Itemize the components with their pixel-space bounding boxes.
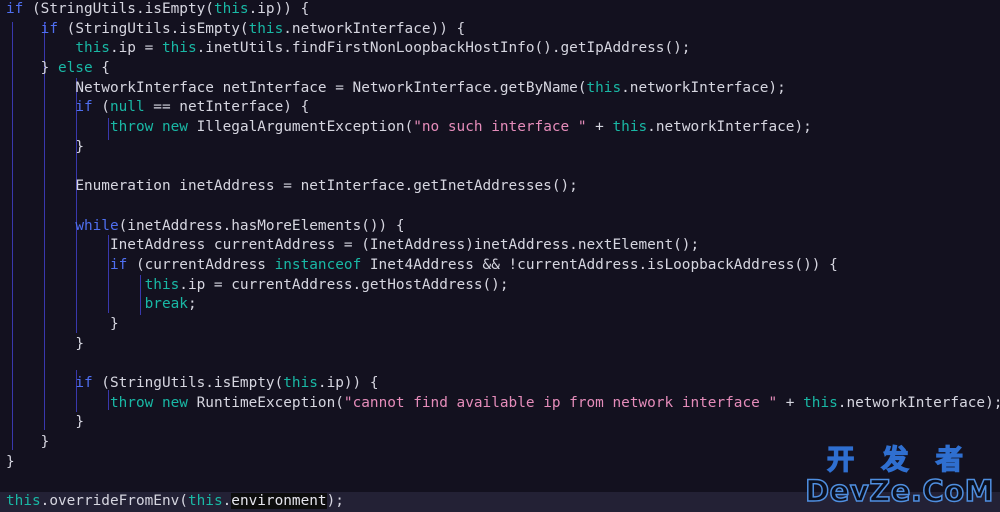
token-identifier: InetAddress currentAddress = (InetAddres… (109, 237, 700, 254)
code-line-9[interactable] (0, 158, 1000, 178)
code-line-8[interactable]: } (0, 138, 1000, 158)
code-line-13[interactable]: InetAddress currentAddress = (InetAddres… (0, 236, 1000, 256)
token-identifier: .networkInterface)) { (283, 20, 466, 37)
token-identifier: .ip)) { (248, 1, 310, 17)
token-identifier: .overrideFromEnv( (40, 493, 188, 510)
token-keyword-instanceof: instanceof (274, 256, 362, 273)
token-keyword-else: else (57, 60, 93, 77)
code-line-4[interactable]: } else { (0, 59, 1000, 79)
token-identifier: == netInterface) { (144, 99, 310, 116)
token-identifier: (inetAddress.hasMoreElements()) { (118, 217, 405, 234)
token-punc: } (75, 138, 84, 155)
token-this: this (144, 276, 180, 293)
token-punc: ; (187, 296, 197, 313)
token-this: this (586, 79, 622, 96)
token-punc: { (92, 60, 110, 77)
token-identifier: + (586, 119, 613, 136)
token-keyword-throw: throw (109, 119, 154, 136)
code-line-1[interactable]: if (StringUtils.isEmpty(this.ip)) { (0, 0, 1000, 20)
token-keyword-if: if (40, 20, 58, 37)
code-line-17[interactable]: } (0, 315, 1000, 335)
token-identifier: .networkInterface); (621, 79, 786, 96)
token-identifier: .ip = currentAddress.getHostAddress(); (179, 276, 509, 293)
token-punc: } (75, 414, 84, 431)
code-line-26[interactable]: this.overrideFromEnv(this.environment); (0, 492, 1000, 512)
token-keyword-if: if (6, 1, 24, 17)
token-identifier: StringUtils.isEmpty( (40, 1, 214, 17)
token-identifier: Enumeration inetAddress = netInterface.g… (75, 178, 578, 195)
code-line-3[interactable]: this.ip = this.inetUtils.findFirstNonLoo… (0, 39, 1000, 59)
token-punc: ( (92, 99, 110, 116)
token-identifier: StringUtils.isEmpty( (109, 375, 284, 392)
token-identifier: IllegalArgumentException( (187, 119, 414, 136)
token-punc: } (109, 316, 119, 332)
token-identifier: .ip)) { (317, 375, 379, 392)
code-line-14[interactable]: if (currentAddress instanceof Inet4Addre… (0, 256, 1000, 276)
token-identifier: + (777, 394, 804, 411)
token-identifier: .ip = (109, 40, 162, 57)
code-line-7[interactable]: throw new IllegalArgumentException("no s… (0, 118, 1000, 138)
token-string: "no such interface " (413, 119, 587, 136)
token-this: this (248, 20, 284, 37)
code-line-2[interactable]: if (StringUtils.isEmpty(this.networkInte… (0, 20, 1000, 40)
token-this: this (612, 119, 648, 136)
token-this: this (187, 493, 223, 510)
token-this: this (75, 40, 110, 57)
code-editor[interactable]: if (StringUtils.isEmpty(this.ip)) { if (… (0, 0, 1000, 512)
selected-text-environment[interactable]: environment (231, 493, 327, 510)
token-identifier: (currentAddress (127, 256, 275, 273)
code-line-16[interactable]: break; (0, 295, 1000, 315)
token-this: this (213, 1, 249, 17)
token-identifier: StringUtils.isEmpty( (75, 20, 249, 37)
token-identifier: ); (326, 493, 344, 510)
token-punc: ( (57, 20, 76, 37)
code-line-5[interactable]: NetworkInterface netInterface = NetworkI… (0, 79, 1000, 99)
token-keyword-while: while (75, 217, 119, 234)
code-line-6[interactable]: if (null == netInterface) { (0, 98, 1000, 118)
token-keyword-break: break (144, 296, 188, 313)
code-line-21[interactable]: throw new RuntimeException("cannot find … (0, 394, 1000, 414)
token-identifier: . (222, 493, 232, 510)
code-line-12[interactable]: while(inetAddress.hasMoreElements()) { (0, 217, 1000, 237)
token-keyword-new: new (161, 394, 188, 411)
code-line-19[interactable] (0, 354, 1000, 374)
token-keyword-if: if (109, 256, 128, 273)
code-line-18[interactable]: } (0, 335, 1000, 355)
code-line-24[interactable]: } (0, 453, 1000, 473)
code-line-23[interactable]: } (0, 433, 1000, 453)
code-line-11[interactable] (0, 197, 1000, 217)
token-identifier: .networkInterface); (837, 394, 1000, 411)
token-identifier: .inetUtils.findFirstNonLoopbackHostInfo(… (196, 40, 691, 57)
token-identifier: Inet4Address && !currentAddress.isLoopba… (361, 256, 838, 273)
token-punc: } (40, 434, 50, 451)
token-keyword-if: if (75, 375, 93, 392)
token-keyword-throw: throw (109, 394, 154, 411)
token-punc: ( (23, 1, 41, 17)
code-line-25[interactable] (0, 473, 1000, 493)
token-keyword-if: if (75, 99, 93, 116)
token-punc: } (40, 60, 58, 77)
token-punc: ( (92, 375, 110, 392)
code-line-20[interactable]: if (StringUtils.isEmpty(this.ip)) { (0, 374, 1000, 394)
code-line-22[interactable]: } (0, 413, 1000, 433)
token-this: this (6, 493, 41, 510)
token-identifier: RuntimeException( (187, 394, 344, 411)
token-identifier: NetworkInterface netInterface = NetworkI… (75, 79, 587, 96)
token-identifier: .networkInterface); (647, 119, 812, 136)
token-this: this (803, 394, 838, 411)
token-keyword-new: new (161, 119, 188, 136)
code-line-15[interactable]: this.ip = currentAddress.getHostAddress(… (0, 276, 1000, 296)
token-this: this (283, 375, 318, 392)
token-string: "cannot find available ip from network i… (343, 394, 778, 411)
code-line-10[interactable]: Enumeration inetAddress = netInterface.g… (0, 177, 1000, 197)
token-this: this (161, 40, 197, 57)
token-keyword-null: null (109, 99, 145, 116)
code-lines-container[interactable]: if (StringUtils.isEmpty(this.ip)) { if (… (0, 0, 1000, 512)
token-punc: } (75, 335, 84, 352)
token-punc: } (6, 453, 15, 470)
